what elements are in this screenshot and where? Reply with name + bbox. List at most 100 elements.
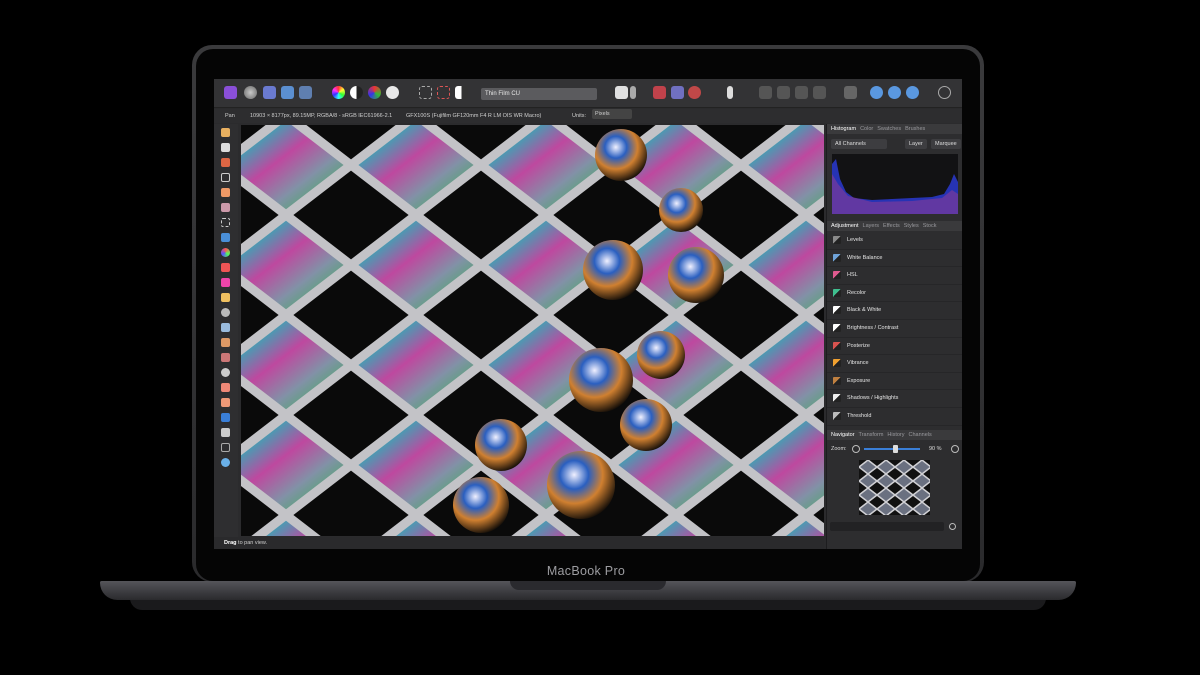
color-picker-tool-icon[interactable] [221, 158, 230, 167]
zoom-slider[interactable] [864, 448, 920, 450]
snapping-icon[interactable] [653, 86, 666, 99]
smudge-tool-icon[interactable] [221, 353, 230, 362]
invert-selection-icon[interactable] [455, 86, 468, 99]
boolean-subtract-icon[interactable] [888, 86, 901, 99]
auto-contrast-icon[interactable] [350, 86, 363, 99]
dropdown-arrow-icon[interactable] [630, 86, 636, 99]
auto-colors-icon[interactable] [368, 86, 381, 99]
marquee-button[interactable]: Marquee [931, 139, 961, 149]
clone-brush-tool-icon[interactable] [221, 323, 230, 332]
crop-tool-icon[interactable] [221, 173, 230, 182]
adjustment-shadows-highlights-icon [833, 394, 841, 403]
erase-brush-tool-icon[interactable] [221, 293, 230, 302]
account-icon[interactable] [938, 86, 951, 99]
zoom-value[interactable]: 90 % [929, 442, 942, 456]
tab-effects[interactable]: Effects [883, 223, 900, 229]
current-tool-label: Pan [225, 113, 235, 119]
adjustment-item[interactable]: Shadows / Highlights [827, 390, 962, 408]
magnet-icon[interactable] [688, 86, 701, 99]
tab-styles[interactable]: Styles [904, 223, 919, 229]
quick-mask-icon[interactable] [615, 86, 628, 99]
adjustment-item[interactable]: Recolor [827, 285, 962, 303]
tab-color[interactable]: Color [860, 126, 873, 132]
tab-brushes[interactable]: Brushes [905, 126, 925, 132]
adjustment-item[interactable]: Black & White [827, 302, 962, 320]
tab-transform[interactable]: Transform [859, 432, 884, 438]
affinity-photo-logo-icon[interactable] [224, 86, 237, 99]
units-select[interactable]: Pixels [592, 109, 632, 119]
tab-history[interactable]: History [887, 432, 904, 438]
adjustment-item[interactable]: Vibrance [827, 355, 962, 373]
tab-histogram[interactable]: Histogram [831, 126, 856, 132]
adjustment-exposure-icon [833, 376, 841, 385]
navigator-view-select[interactable] [830, 522, 944, 531]
navigator-thumbnail[interactable] [859, 460, 930, 515]
blur-brush-tool-icon[interactable] [221, 368, 230, 377]
blemish-removal-tool-icon[interactable] [221, 338, 230, 347]
units-label: Units: [572, 113, 587, 119]
mesh-warp-tool-icon[interactable] [221, 443, 230, 452]
tab-channels[interactable]: Channels [909, 432, 932, 438]
paint-brush-tool-icon[interactable] [221, 263, 230, 272]
color-replacement-tool-icon[interactable] [221, 278, 230, 287]
develop-persona-icon[interactable] [281, 86, 294, 99]
adjustment-item[interactable]: HSL [827, 267, 962, 285]
boolean-add-icon[interactable] [870, 86, 883, 99]
tab-stock[interactable]: Stock [923, 223, 937, 229]
tab-adjustment[interactable]: Adjustment [831, 223, 859, 229]
selection-mode-icon[interactable] [419, 86, 432, 99]
adjustment-item[interactable]: Exposure [827, 373, 962, 391]
tab-navigator[interactable]: Navigator [831, 432, 855, 438]
liquify-persona-icon[interactable] [263, 86, 276, 99]
navigator-settings-icon[interactable] [949, 523, 956, 530]
adjustment-brightness-contrast-icon [833, 323, 841, 332]
layer-button[interactable]: Layer [905, 139, 927, 149]
adjustment-item[interactable]: Levels [827, 232, 962, 250]
arrange-forward-icon[interactable] [795, 86, 808, 99]
adjustment-item[interactable]: Posterize [827, 338, 962, 356]
rectangle-tool-icon[interactable] [221, 413, 230, 422]
auto-levels-icon[interactable] [332, 86, 345, 99]
adjustment-item-label: Black & White [847, 307, 882, 314]
adjustment-item-label: Shadows / Highlights [847, 395, 899, 402]
view-tool-icon[interactable] [221, 128, 230, 137]
pen-tool-icon[interactable] [221, 383, 230, 392]
zoom-tool-icon[interactable] [221, 458, 230, 467]
histogram-chart [832, 154, 958, 214]
right-panels: Histogram Color Swatches Brushes All Channe… [826, 124, 962, 549]
selection-brush-tool-icon[interactable] [221, 188, 230, 197]
zoom-in-icon[interactable] [951, 445, 959, 453]
node-tool-icon[interactable] [221, 398, 230, 407]
move-tool-icon[interactable] [221, 143, 230, 152]
auto-white-balance-icon[interactable] [386, 86, 399, 99]
tab-layers[interactable]: Layers [863, 223, 880, 229]
adjustment-item-label: Exposure [847, 377, 871, 384]
adjustment-item-label: Threshold [847, 412, 872, 419]
adjustment-item[interactable]: Brightness / Contrast [827, 320, 962, 338]
align-icon[interactable] [844, 86, 857, 99]
adjustment-hsl-icon [833, 271, 841, 280]
dodge-brush-tool-icon[interactable] [221, 308, 230, 317]
marquee-tool-icon[interactable] [221, 218, 230, 227]
tab-swatches[interactable]: Swatches [877, 126, 901, 132]
grid-icon[interactable] [671, 86, 684, 99]
flood-select-tool-icon[interactable] [221, 203, 230, 212]
adjustment-item[interactable]: White Balance [827, 250, 962, 268]
boolean-intersect-icon[interactable] [906, 86, 919, 99]
gradient-tool-icon[interactable] [221, 248, 230, 257]
arrange-backward-icon[interactable] [777, 86, 790, 99]
zoom-slider-handle[interactable] [893, 445, 898, 453]
arrange-back-icon[interactable] [759, 86, 772, 99]
brush-tool-icon[interactable] [727, 86, 733, 99]
deselect-icon[interactable] [437, 86, 450, 99]
channel-select[interactable]: All Channels [831, 139, 887, 149]
flood-fill-tool-icon[interactable] [221, 233, 230, 242]
image-canvas[interactable] [241, 125, 824, 536]
export-persona-icon[interactable] [299, 86, 312, 99]
adjustment-item[interactable]: Threshold [827, 408, 962, 426]
document-name-field[interactable]: Thin Film CU [481, 88, 597, 100]
text-tool-icon[interactable] [221, 428, 230, 437]
arrange-front-icon[interactable] [813, 86, 826, 99]
zoom-out-icon[interactable] [852, 445, 860, 453]
photo-persona-icon[interactable] [244, 86, 257, 99]
